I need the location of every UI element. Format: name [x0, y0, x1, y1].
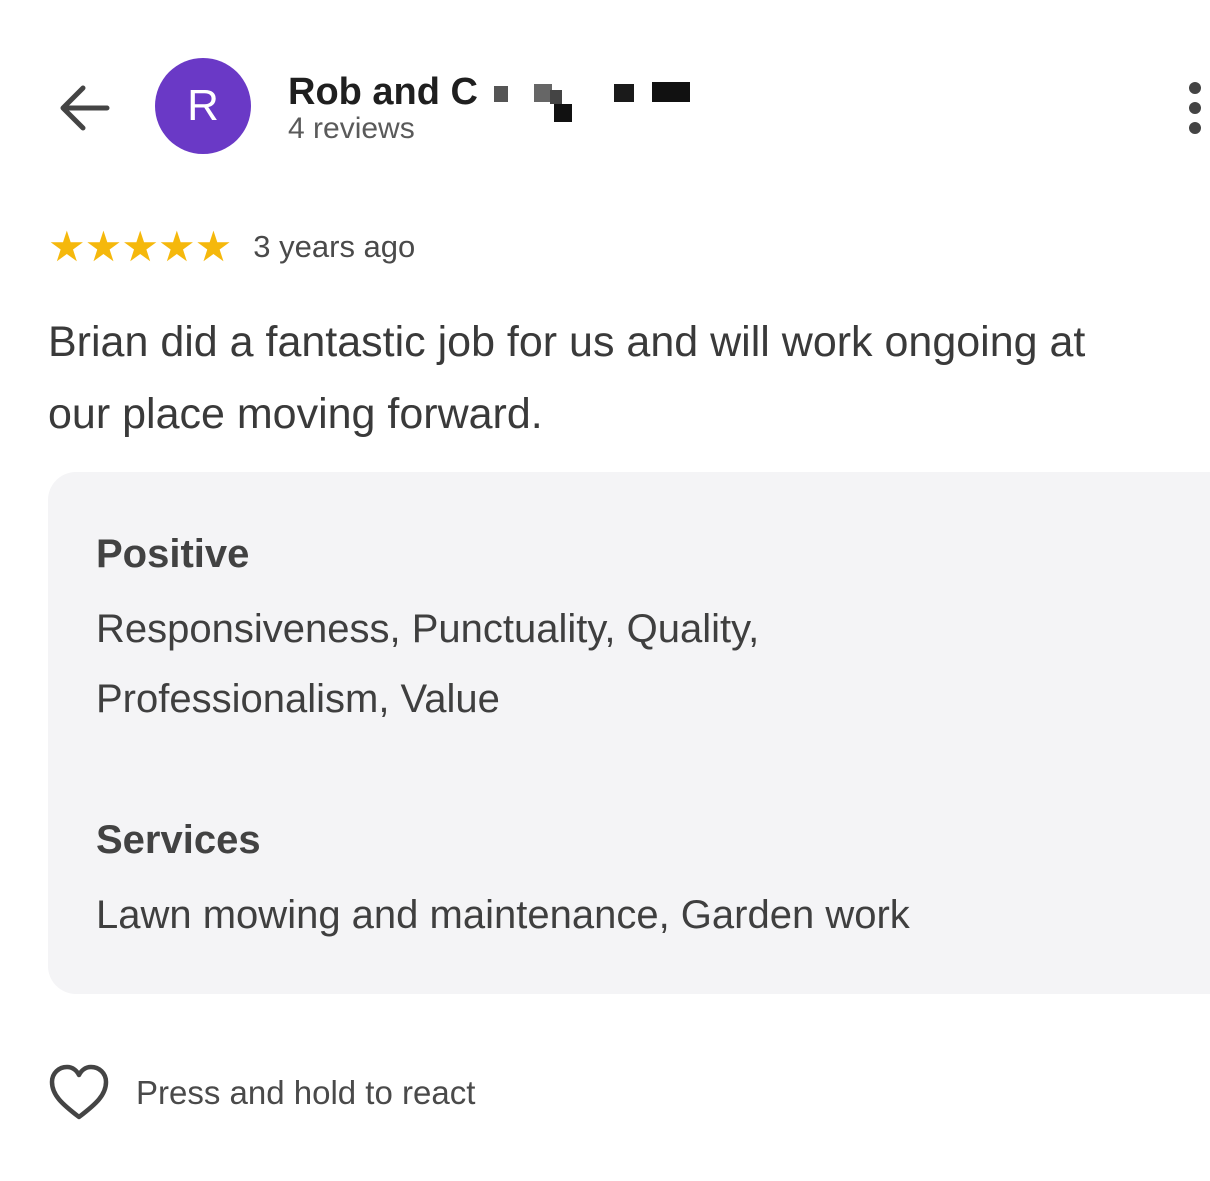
more-options-button[interactable]: [1170, 78, 1210, 138]
more-vert-icon: [1189, 82, 1201, 94]
star-icon: ★: [121, 223, 159, 270]
react-label: Press and hold to react: [136, 1074, 476, 1111]
star-icon: ★: [84, 223, 123, 270]
name-redaction: [482, 62, 692, 122]
services-values: Lawn mowing and maintenance, Garden work: [96, 893, 910, 937]
review-count[interactable]: 4 reviews: [288, 112, 415, 146]
review-text-line: our place moving forward.: [48, 390, 543, 438]
review-detail-page: R Rob and C 4 reviews ★ ★ ★ ★ ★ 3 years ago …: [0, 0, 1210, 1181]
avatar-letter: R: [187, 81, 219, 130]
star-icon: ★: [157, 223, 196, 270]
services-heading: Services: [96, 818, 261, 862]
review-date: 3 years ago: [253, 229, 416, 264]
react-button[interactable]: Press and hold to react: [48, 1064, 475, 1122]
avatar[interactable]: R: [155, 58, 251, 154]
positive-values: Responsiveness, Punctuality, Quality, Pr…: [96, 594, 956, 734]
star-rating: ★ ★ ★ ★ ★: [48, 223, 233, 270]
review-text-line: Brian did a fantastic job for us and wil…: [48, 318, 1086, 366]
review-attributes-card: Positive Responsiveness, Punctuality, Qu…: [48, 472, 1210, 994]
positive-values-line: Professionalism, Value: [96, 677, 500, 721]
back-button[interactable]: [52, 78, 116, 138]
heart-outline-icon: [49, 1064, 109, 1120]
review-text: Brian did a fantastic job for us and wil…: [48, 306, 1210, 450]
arrow-left-icon: [60, 85, 110, 131]
positive-values-line: Responsiveness, Punctuality, Quality,: [96, 607, 760, 651]
star-icon: ★: [194, 223, 233, 270]
reviewer-header: R Rob and C 4 reviews: [0, 0, 1210, 170]
star-icon: ★: [48, 223, 86, 270]
positive-heading: Positive: [96, 532, 250, 576]
reviewer-name[interactable]: Rob and C: [288, 71, 478, 114]
rating-row: ★ ★ ★ ★ ★ 3 years ago: [48, 226, 415, 268]
